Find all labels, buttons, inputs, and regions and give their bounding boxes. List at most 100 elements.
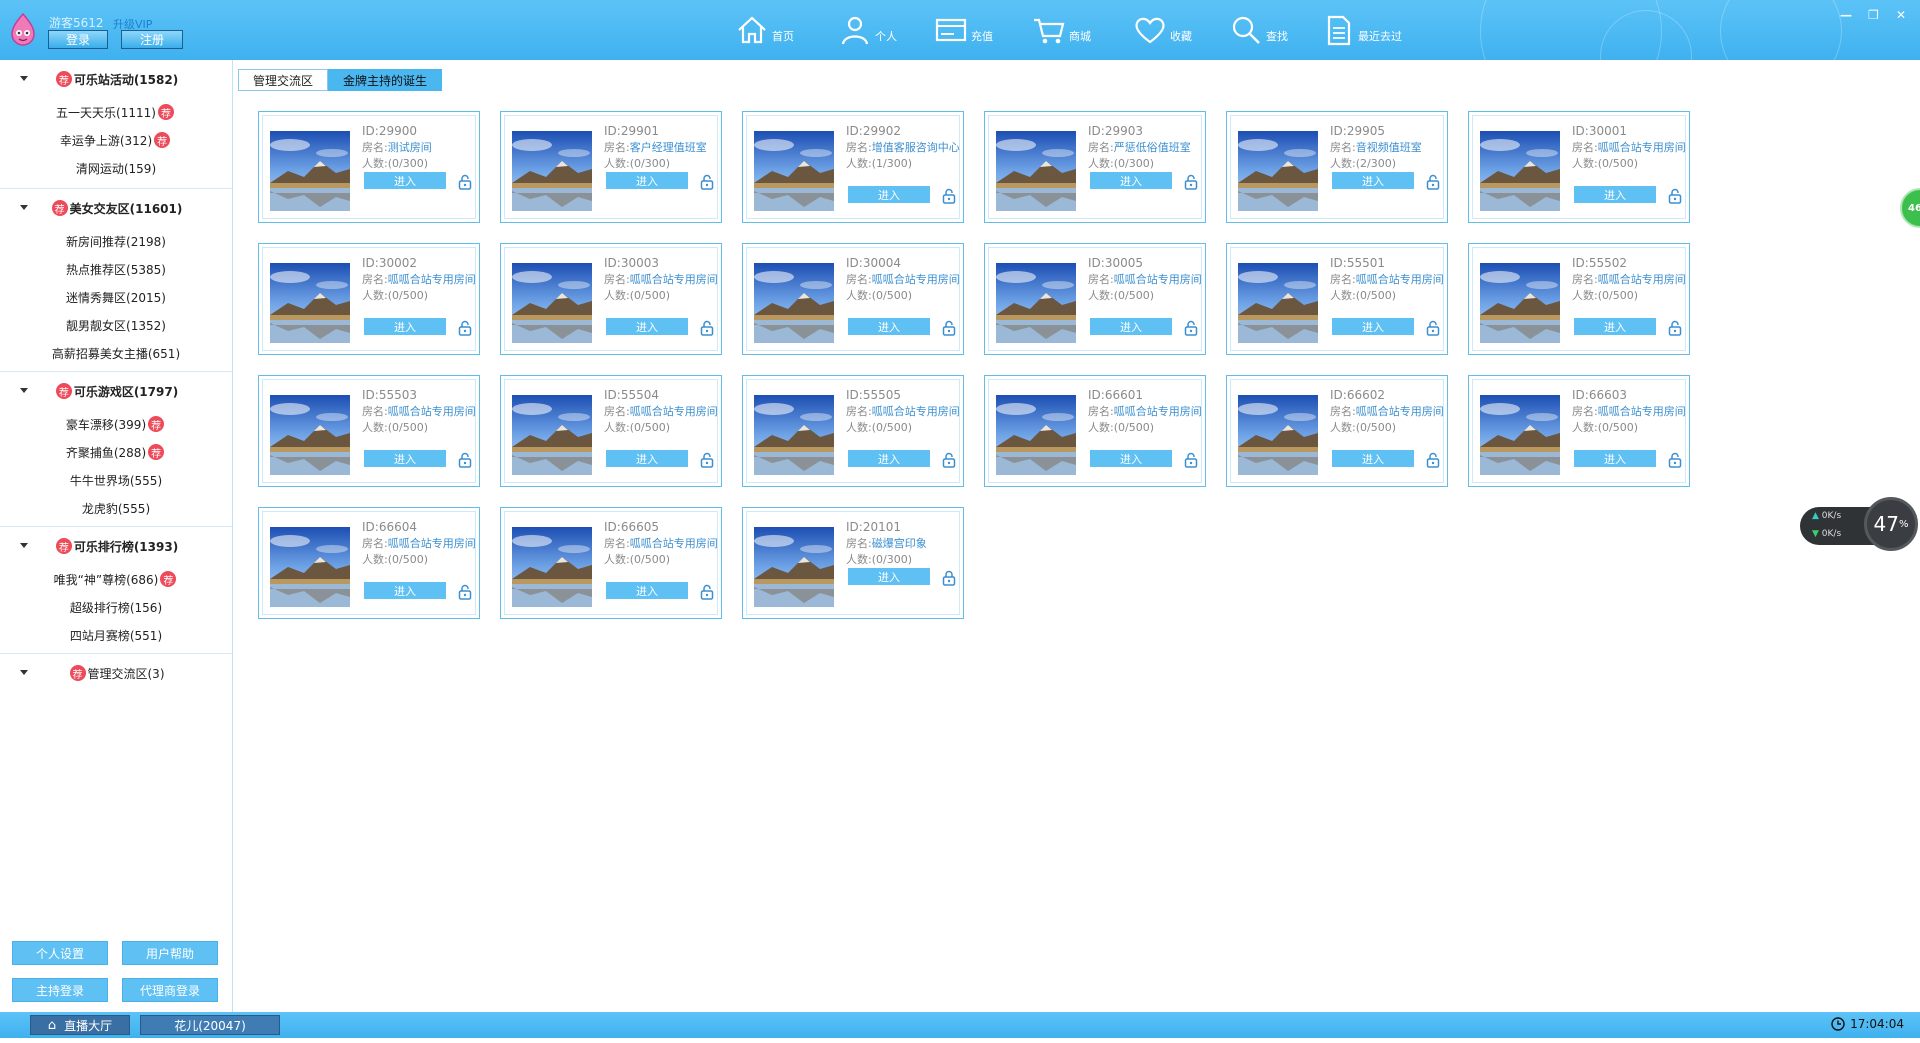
room-card-inner: ID:55505 房名:呱呱合站专用房间 人数:(0/500) 进入: [746, 379, 960, 483]
room-card[interactable]: ID:20101 房名:磁爆宫印象 人数:(0/300) 进入: [742, 507, 964, 619]
enter-room-button[interactable]: 进入: [364, 318, 446, 335]
sidebar-item[interactable]: 清网运动(159): [0, 154, 232, 182]
nav-favorites[interactable]: 收藏: [1133, 14, 1192, 46]
room-card[interactable]: ID:29900 房名:测试房间 人数:(0/300) 进入: [258, 111, 480, 223]
room-card[interactable]: ID:30001 房名:呱呱合站专用房间 人数:(0/500) 进入: [1468, 111, 1690, 223]
room-card[interactable]: ID:30002 房名:呱呱合站专用房间 人数:(0/500) 进入: [258, 243, 480, 355]
floating-ball[interactable]: 46: [1900, 188, 1920, 228]
enter-room-button[interactable]: 进入: [1574, 318, 1656, 335]
room-card[interactable]: ID:66603 房名:呱呱合站专用房间 人数:(0/500) 进入: [1468, 375, 1690, 487]
room-thumbnail: [1480, 395, 1560, 475]
enter-room-button[interactable]: 进入: [848, 186, 930, 203]
close-button[interactable]: ✕: [1896, 8, 1906, 22]
room-card[interactable]: ID:30004 房名:呱呱合站专用房间 人数:(0/500) 进入: [742, 243, 964, 355]
enter-room-button[interactable]: 进入: [606, 582, 688, 599]
room-card[interactable]: ID:66602 房名:呱呱合站专用房间 人数:(0/500) 进入: [1226, 375, 1448, 487]
collapse-caret-icon[interactable]: [20, 670, 28, 675]
enter-room-button[interactable]: 进入: [364, 450, 446, 467]
room-count: 人数:(0/500): [604, 289, 670, 302]
enter-room-button[interactable]: 进入: [1574, 450, 1656, 467]
tab-gold-host[interactable]: 金牌主持的诞生: [328, 69, 443, 91]
room-card[interactable]: ID:30005 房名:呱呱合站专用房间 人数:(0/500) 进入: [984, 243, 1206, 355]
sidebar-item[interactable]: 唯我“神”尊榜(686) 荐: [0, 565, 232, 593]
sidebar-item[interactable]: 齐聚捕鱼(288) 荐: [0, 438, 232, 466]
enter-room-button[interactable]: 进入: [848, 318, 930, 335]
enter-room-button[interactable]: 进入: [1090, 318, 1172, 335]
room-name-value: 呱呱合站专用房间: [387, 405, 476, 418]
enter-room-button[interactable]: 进入: [1090, 172, 1172, 189]
room-card[interactable]: ID:66601 房名:呱呱合站专用房间 人数:(0/500) 进入: [984, 375, 1206, 487]
sidebar-item[interactable]: 超级排行榜(156): [0, 593, 232, 621]
register-button[interactable]: 注册: [121, 30, 183, 49]
lock-icon: [1668, 188, 1682, 204]
sidebar-item[interactable]: 四站月赛榜(551): [0, 621, 232, 649]
sidebar-group-header[interactable]: 荐 管理交流区(3): [0, 654, 232, 692]
room-count-label: 人数:: [1088, 157, 1114, 170]
enter-room-button[interactable]: 进入: [606, 318, 688, 335]
sidebar-item[interactable]: 高薪招募美女主播(651): [0, 339, 232, 367]
enter-room-button[interactable]: 进入: [364, 582, 446, 599]
room-card[interactable]: ID:29905 房名:音视频值班室 人数:(2/300) 进入: [1226, 111, 1448, 223]
nav-mall[interactable]: 商城: [1032, 14, 1091, 46]
network-speed-widget[interactable]: ▲ 0K/s ▼ 0K/s 47%: [1800, 497, 1920, 551]
maximize-button[interactable]: ❐: [1868, 8, 1879, 22]
sidebar-group-header[interactable]: 荐 美女交友区(11601): [0, 189, 232, 227]
minimize-button[interactable]: —: [1840, 8, 1852, 22]
sidebar-item[interactable]: 迷情秀舞区(2015): [0, 283, 232, 311]
host-login-button[interactable]: 主持登录: [12, 978, 108, 1002]
sidebar-group-header[interactable]: 荐 可乐游戏区(1797): [0, 372, 232, 410]
agent-login-button[interactable]: 代理商登录: [122, 978, 218, 1002]
room-card[interactable]: ID:66605 房名:呱呱合站专用房间 人数:(0/500) 进入: [500, 507, 722, 619]
enter-room-button[interactable]: 进入: [606, 450, 688, 467]
nav-recent[interactable]: 最近去过: [1321, 14, 1402, 46]
room-name-label: 房名:: [1088, 405, 1114, 418]
nav-recharge[interactable]: 充值: [934, 14, 993, 46]
sidebar-item[interactable]: 幸运争上游(312) 荐: [0, 126, 232, 154]
room-name-label: 房名:: [846, 273, 872, 286]
user-help-button[interactable]: 用户帮助: [122, 941, 218, 965]
room-count-label: 人数:: [362, 553, 388, 566]
room-thumbnail: [270, 395, 350, 475]
room-card[interactable]: ID:55503 房名:呱呱合站专用房间 人数:(0/500) 进入: [258, 375, 480, 487]
sidebar-item[interactable]: 豪车漂移(399) 荐: [0, 410, 232, 438]
nav-home[interactable]: 首页: [735, 14, 794, 46]
sidebar-item[interactable]: 热点推荐区(5385): [0, 255, 232, 283]
nav-personal[interactable]: 个人: [838, 14, 897, 46]
room-card[interactable]: ID:55505 房名:呱呱合站专用房间 人数:(0/500) 进入: [742, 375, 964, 487]
collapse-caret-icon[interactable]: [20, 543, 28, 548]
nav-search[interactable]: 查找: [1229, 14, 1288, 46]
login-button[interactable]: 登录: [48, 30, 108, 49]
enter-room-button[interactable]: 进入: [1574, 186, 1656, 203]
room-card[interactable]: ID:55502 房名:呱呱合站专用房间 人数:(0/500) 进入: [1468, 243, 1690, 355]
room-card[interactable]: ID:55504 房名:呱呱合站专用房间 人数:(0/500) 进入: [500, 375, 722, 487]
sidebar-item[interactable]: 牛牛世界场(555): [0, 466, 232, 494]
enter-room-button[interactable]: 进入: [364, 172, 446, 189]
room-card[interactable]: ID:29901 房名:客户经理值班室 人数:(0/300) 进入: [500, 111, 722, 223]
room-card[interactable]: ID:29903 房名:严惩低俗值班室 人数:(0/300) 进入: [984, 111, 1206, 223]
tab-management[interactable]: 管理交流区: [238, 69, 329, 91]
sidebar-item[interactable]: 靓男靓女区(1352): [0, 311, 232, 339]
collapse-caret-icon[interactable]: [20, 388, 28, 393]
room-card[interactable]: ID:55501 房名:呱呱合站专用房间 人数:(0/500) 进入: [1226, 243, 1448, 355]
room-card[interactable]: ID:30003 房名:呱呱合站专用房间 人数:(0/500) 进入: [500, 243, 722, 355]
enter-room-button[interactable]: 进入: [848, 568, 930, 585]
collapse-caret-icon[interactable]: [20, 76, 28, 81]
sidebar-group-header[interactable]: 荐 可乐站活动(1582): [0, 60, 232, 98]
room-card[interactable]: ID:66604 房名:呱呱合站专用房间 人数:(0/500) 进入: [258, 507, 480, 619]
sidebar-item[interactable]: 新房间推荐(2198): [0, 227, 232, 255]
sidebar-item[interactable]: 龙虎豹(555): [0, 494, 232, 522]
enter-room-button[interactable]: 进入: [606, 172, 688, 189]
enter-room-button[interactable]: 进入: [1090, 450, 1172, 467]
room-card[interactable]: ID:29902 房名:增值客服咨询中心 人数:(1/300) 进入: [742, 111, 964, 223]
room-tab[interactable]: 花儿(20047): [140, 1015, 280, 1035]
enter-room-button[interactable]: 进入: [1332, 318, 1414, 335]
personal-settings-button[interactable]: 个人设置: [12, 941, 108, 965]
live-hall-button[interactable]: ⌂ 直播大厅: [30, 1015, 130, 1035]
collapse-caret-icon[interactable]: [20, 205, 28, 210]
enter-room-button[interactable]: 进入: [1332, 172, 1414, 189]
enter-room-button[interactable]: 进入: [848, 450, 930, 467]
room-name-label: 房名:: [846, 405, 872, 418]
sidebar-group-header[interactable]: 荐 可乐排行榜(1393): [0, 527, 232, 565]
sidebar-item[interactable]: 五一天天乐(1111) 荐: [0, 98, 232, 126]
enter-room-button[interactable]: 进入: [1332, 450, 1414, 467]
